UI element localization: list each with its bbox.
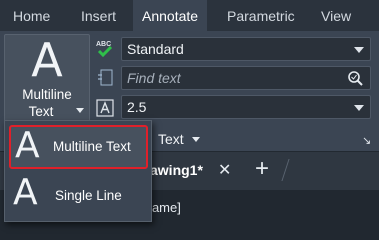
text-height-value: 2.5 bbox=[127, 99, 147, 115]
text-height-select[interactable]: 2.5 bbox=[121, 95, 371, 119]
tab-view[interactable]: View bbox=[321, 0, 351, 31]
tab-home[interactable]: Home bbox=[13, 0, 50, 31]
chevron-down-icon[interactable] bbox=[354, 105, 364, 111]
menu-item-label: Multiline Text bbox=[53, 139, 131, 154]
tab-divider bbox=[281, 159, 290, 181]
tab-annotate[interactable]: Annotate bbox=[133, 0, 208, 31]
menu-item-label: Single Line bbox=[55, 188, 122, 203]
single-line-text-icon: A bbox=[13, 172, 38, 213]
document-tab-drawing1[interactable]: awing1* bbox=[150, 162, 203, 178]
multiline-label-text: Text bbox=[28, 104, 54, 119]
find-text-input[interactable]: Find text bbox=[121, 66, 371, 90]
text-a-icon: A bbox=[31, 33, 63, 87]
tab-insert[interactable]: Insert bbox=[81, 0, 116, 31]
find-text-placeholder: Find text bbox=[127, 70, 181, 86]
multiline-label: Multiline bbox=[22, 87, 72, 102]
chevron-down-icon bbox=[191, 137, 200, 142]
check-spelling-icon[interactable]: ABC bbox=[95, 39, 113, 58]
find-text-icon[interactable] bbox=[96, 69, 114, 87]
text-style-value: Standard bbox=[127, 41, 184, 57]
tab-parametric[interactable]: Parametric bbox=[227, 0, 295, 31]
chevron-down-icon[interactable] bbox=[354, 47, 364, 53]
menu-item-multiline-text[interactable]: A Multiline Text bbox=[9, 125, 148, 169]
search-icon[interactable] bbox=[347, 70, 364, 87]
text-panel-label: Text bbox=[158, 131, 184, 147]
dialog-launcher-icon[interactable]: ↘ bbox=[362, 134, 371, 147]
multiline-text-split-button[interactable]: A Multiline Text bbox=[4, 33, 90, 124]
ribbon-tab-bar: Home Insert Annotate Parametric View bbox=[0, 0, 379, 31]
menu-item-single-line[interactable]: A Single Line bbox=[9, 172, 148, 218]
close-icon[interactable]: ✕ bbox=[218, 160, 231, 180]
abc-label: ABC bbox=[96, 41, 111, 48]
text-style-select[interactable]: Standard bbox=[121, 37, 371, 61]
chevron-down-icon[interactable] bbox=[76, 108, 84, 113]
text-type-dropdown-menu: A Multiline Text A Single Line bbox=[4, 120, 152, 222]
new-tab-plus-icon[interactable]: + bbox=[255, 155, 269, 183]
text-height-icon bbox=[96, 99, 114, 117]
multiline-text-icon: A bbox=[15, 125, 40, 166]
text-panel-title[interactable]: Text bbox=[158, 131, 200, 147]
